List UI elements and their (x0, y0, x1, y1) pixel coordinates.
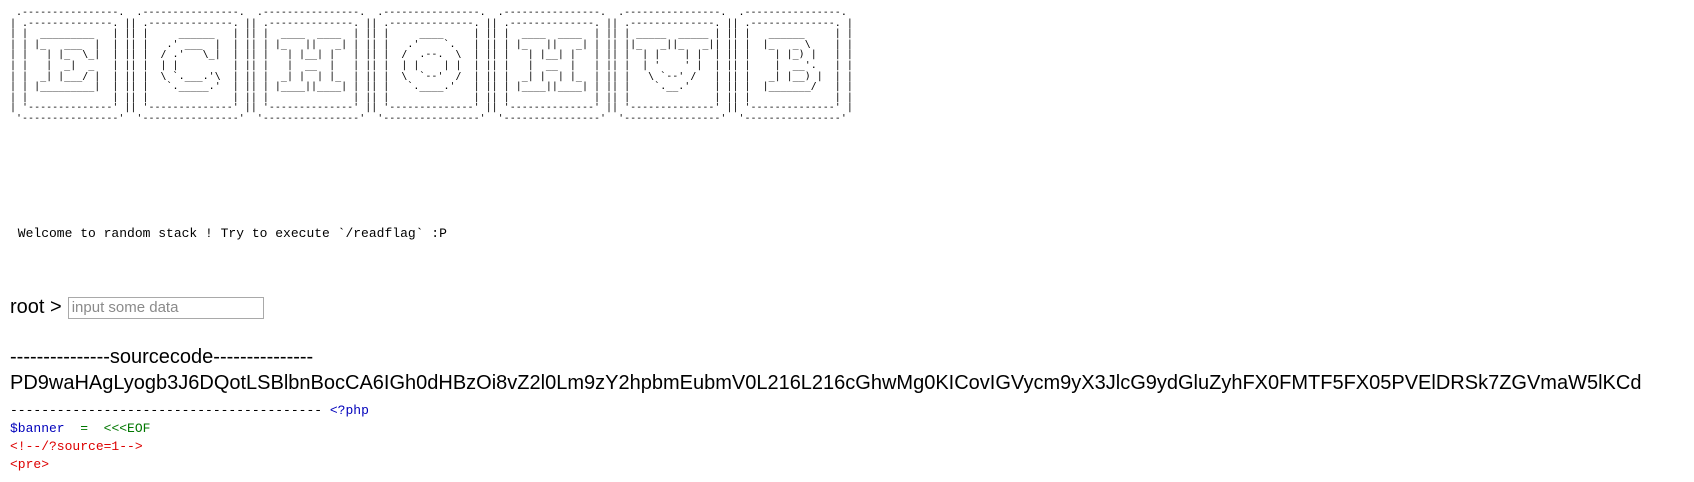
sourcecode-header: ---------------sourcecode--------------- (10, 346, 314, 368)
code-dashes: ---------------------------------------- (10, 403, 323, 418)
welcome-message: Welcome to random stack ! Try to execute… (10, 226, 447, 241)
assign-operator: = (80, 421, 89, 436)
php-open-tag: <?php (329, 403, 369, 418)
prompt-row: root > (10, 296, 264, 319)
prompt-label: root > (10, 296, 62, 318)
data-input[interactable] (67, 296, 264, 319)
banner-variable: $banner (10, 421, 65, 436)
source-hint-comment: <!--/?source=1--> (10, 439, 143, 454)
ascii-banner: .----------------. .----------------. .-… (10, 7, 853, 124)
pre-tag: <pre> (10, 457, 50, 472)
base64-source: PD9waHAgLyogb3J6DQotLSBlbnBocCA6IGh0dHBz… (10, 372, 1642, 394)
heredoc-start: <<<EOF (103, 421, 151, 436)
php-source-code: ----------------------------------------… (10, 402, 369, 474)
